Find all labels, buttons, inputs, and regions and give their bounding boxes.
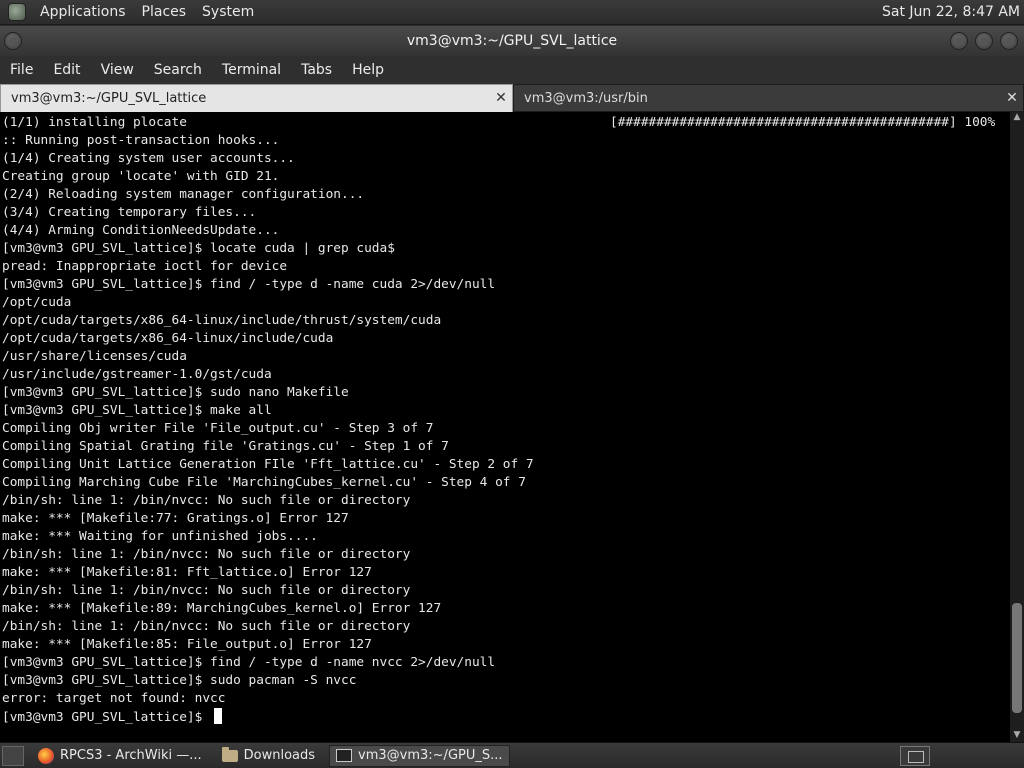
menubar: File Edit View Search Terminal Tabs Help — [0, 56, 1024, 84]
menu-help[interactable]: Help — [342, 62, 394, 78]
tab-label: vm3@vm3:~/GPU_SVL_lattice — [11, 91, 207, 106]
tab-close-icon[interactable]: ✕ — [1005, 90, 1019, 106]
menu-tabs[interactable]: Tabs — [291, 62, 342, 78]
window-titlebar[interactable]: vm3@vm3:~/GPU_SVL_lattice — [0, 26, 1024, 56]
terminal-line: (4/4) Arming ConditionNeedsUpdate... — [2, 223, 280, 238]
taskbar-item-label: Downloads — [243, 748, 316, 763]
panel-menu-applications[interactable]: Applications — [32, 4, 134, 20]
terminal-prompt-line: [vm3@vm3 GPU_SVL_lattice]$ — [2, 708, 534, 726]
terminal-line: make: *** [Makefile:89: MarchingCubes_ke… — [2, 601, 442, 616]
tab-bar: vm3@vm3:~/GPU_SVL_lattice ✕ vm3@vm3:/usr… — [0, 84, 1024, 112]
terminal-line: :: Running post-transaction hooks... — [2, 133, 280, 148]
terminal-line: make: *** [Makefile:85: File_output.o] E… — [2, 637, 372, 652]
terminal-line: [vm3@vm3 GPU_SVL_lattice]$ sudo pacman -… — [2, 673, 357, 688]
terminal-line: /bin/sh: line 1: /bin/nvcc: No such file… — [2, 493, 411, 508]
show-desktop-button[interactable] — [2, 745, 24, 766]
workspace-switcher[interactable] — [900, 745, 930, 766]
firefox-icon — [38, 747, 54, 764]
install-progress: [#######################################… — [610, 115, 996, 130]
terminal-line: [vm3@vm3 GPU_SVL_lattice]$ make all — [2, 403, 272, 418]
close-window-button[interactable] — [1000, 32, 1018, 50]
taskbar-item-label: RPCS3 - ArchWiki —... — [60, 748, 202, 763]
scroll-up-arrow-icon[interactable]: ▲ — [1011, 112, 1023, 124]
terminal-line: make: *** [Makefile:77: Gratings.o] Erro… — [2, 511, 349, 526]
menu-edit[interactable]: Edit — [43, 62, 90, 78]
bottom-taskbar: RPCS3 - ArchWiki —... Downloads vm3@vm3:… — [0, 742, 1024, 768]
terminal-line: make: *** Waiting for unfinished jobs...… — [2, 529, 318, 544]
taskbar-item-downloads[interactable]: Downloads — [216, 745, 321, 767]
terminal-output[interactable]: [#######################################… — [0, 112, 1010, 742]
terminal-line: [vm3@vm3 GPU_SVL_lattice]$ locate cuda |… — [2, 241, 395, 256]
tab-gpu-svl-lattice[interactable]: vm3@vm3:~/GPU_SVL_lattice ✕ — [0, 84, 513, 112]
terminal-line: Compiling Obj writer File 'File_output.c… — [2, 421, 434, 436]
scrollbar-thumb[interactable] — [1012, 603, 1022, 714]
minimize-button[interactable] — [950, 32, 968, 50]
panel-clock[interactable]: Sat Jun 22, 8:47 AM — [882, 4, 1020, 20]
terminal-line: Compiling Marching Cube File 'MarchingCu… — [2, 475, 526, 490]
terminal-line: error: target not found: nvcc — [2, 691, 226, 706]
terminal-line: (2/4) Reloading system manager configura… — [2, 187, 365, 202]
terminal-icon — [336, 749, 353, 762]
menu-terminal[interactable]: Terminal — [212, 62, 291, 78]
terminal-line: (1/4) Creating system user accounts... — [2, 151, 295, 166]
scroll-down-arrow-icon[interactable]: ▼ — [1011, 730, 1023, 742]
terminal-line: (3/4) Creating temporary files... — [2, 205, 257, 220]
terminal-line: Creating group 'locate' with GID 21. — [2, 169, 280, 184]
folder-icon — [221, 746, 238, 762]
tab-close-icon[interactable]: ✕ — [494, 90, 508, 106]
terminal-line: /bin/sh: line 1: /bin/nvcc: No such file… — [2, 547, 411, 562]
panel-menu-places[interactable]: Places — [134, 4, 195, 20]
terminal-line: [vm3@vm3 GPU_SVL_lattice]$ find / -type … — [2, 277, 496, 292]
panel-menu-system[interactable]: System — [194, 4, 262, 20]
terminal-line: /opt/cuda — [2, 295, 72, 310]
terminal-line: make: *** [Makefile:81: Fft_lattice.o] E… — [2, 565, 372, 580]
terminal-line: /bin/sh: line 1: /bin/nvcc: No such file… — [2, 619, 411, 634]
terminal-line: pread: Inappropriate ioctl for device — [2, 259, 288, 274]
top-panel: Applications Places System Sat Jun 22, 8… — [0, 0, 1024, 25]
terminal-line: /usr/include/gstreamer-1.0/gst/cuda — [2, 367, 272, 382]
terminal-line: [vm3@vm3 GPU_SVL_lattice]$ sudo nano Mak… — [2, 385, 349, 400]
text-cursor — [214, 708, 223, 724]
terminal-line: /usr/share/licenses/cuda — [2, 349, 187, 364]
main-menu-logo-icon[interactable] — [8, 3, 26, 21]
terminal-line: /opt/cuda/targets/x86_64-linux/include/t… — [2, 313, 442, 328]
terminal-line: Compiling Unit Lattice Generation FIle '… — [2, 457, 534, 472]
terminal-line: (1/1) installing plocate — [2, 115, 187, 130]
window-menu-button[interactable] — [4, 32, 22, 50]
terminal-line: [vm3@vm3 GPU_SVL_lattice]$ find / -type … — [2, 655, 496, 670]
menu-file[interactable]: File — [0, 62, 43, 78]
menu-view[interactable]: View — [91, 62, 144, 78]
taskbar-item-firefox[interactable]: RPCS3 - ArchWiki —... — [32, 745, 208, 767]
tab-label: vm3@vm3:/usr/bin — [524, 90, 648, 106]
tab-usr-bin[interactable]: vm3@vm3:/usr/bin ✕ — [513, 84, 1024, 112]
terminal-line: /bin/sh: line 1: /bin/nvcc: No such file… — [2, 583, 411, 598]
terminal-line: Compiling Spatial Grating file 'Gratings… — [2, 439, 449, 454]
terminal-line: /opt/cuda/targets/x86_64-linux/include/c… — [2, 331, 334, 346]
menu-search[interactable]: Search — [144, 62, 212, 78]
window-title: vm3@vm3:~/GPU_SVL_lattice — [406, 33, 618, 49]
taskbar-item-label: vm3@vm3:~/GPU_S... — [358, 748, 503, 763]
taskbar-item-terminal[interactable]: vm3@vm3:~/GPU_S... — [329, 744, 510, 767]
maximize-button[interactable] — [975, 32, 993, 50]
terminal-scrollbar[interactable]: ▲ ▼ — [1010, 112, 1024, 742]
